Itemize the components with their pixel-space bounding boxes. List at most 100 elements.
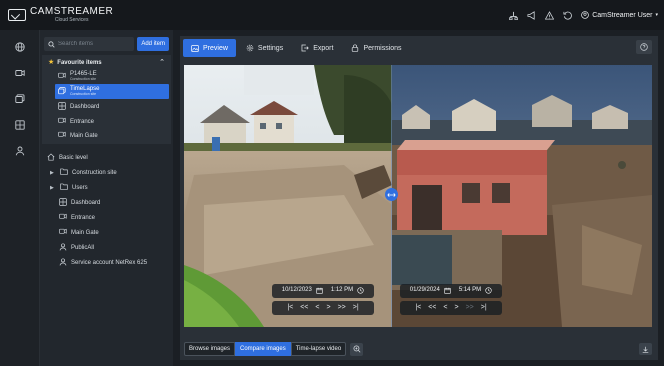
tree-folder-construction-site[interactable]: ▶ Construction site xyxy=(40,165,173,180)
camera-icon xyxy=(15,69,25,77)
chevron-up-icon[interactable]: ⌃ xyxy=(159,58,165,66)
first-image-button[interactable]: |< xyxy=(415,304,421,311)
tree-item-label: Dashboard xyxy=(71,199,101,206)
user-menu[interactable]: CamStreamer User ▾ xyxy=(581,11,658,19)
compare-slider-handle[interactable] xyxy=(385,188,398,201)
tree-folder-users[interactable]: ▶ Users xyxy=(40,180,173,195)
favourites-header[interactable]: ★ Favourite items ⌃ xyxy=(42,55,171,69)
fav-item-main-gate[interactable]: Main Gate xyxy=(42,129,171,144)
top-bar: CAMSTREAMER Cloud Services CamStreamer U… xyxy=(0,0,664,30)
tab-label: Export xyxy=(313,44,334,52)
forward-many-button[interactable]: >> xyxy=(338,304,346,311)
tab-settings[interactable]: Settings xyxy=(238,39,291,57)
dashboard-icon xyxy=(57,101,66,112)
tree-item-label: Entrance xyxy=(71,214,96,221)
rail-gallery[interactable] xyxy=(0,86,40,112)
user-icon xyxy=(58,257,67,268)
search-box xyxy=(44,37,135,51)
next-image-button[interactable]: > xyxy=(327,304,331,311)
zoom-button[interactable] xyxy=(350,342,364,356)
left-time[interactable]: 1:12 PM xyxy=(331,287,353,293)
back-many-button[interactable]: << xyxy=(428,304,436,311)
download-button[interactable] xyxy=(639,343,652,355)
previous-image-button[interactable]: < xyxy=(443,304,447,311)
right-time[interactable]: 5:14 PM xyxy=(459,287,481,293)
left-timestamp-panel: 10/12/2023 1:12 PM xyxy=(272,284,374,298)
browse-images-button[interactable]: Browse images xyxy=(184,342,236,356)
search-input[interactable] xyxy=(58,41,128,47)
add-item-button[interactable]: Add item xyxy=(137,37,169,51)
fav-item-label: Entrance xyxy=(70,118,95,125)
sidebar: Add item ★Favourite items ⌃ P1465-LECons… xyxy=(40,30,173,366)
calendar-icon[interactable] xyxy=(316,287,323,294)
zoom-in-icon xyxy=(353,345,361,353)
megaphone-icon[interactable] xyxy=(527,10,536,20)
tab-preview[interactable]: Preview xyxy=(183,39,236,57)
tab-bar: Preview Settings Export Permissions xyxy=(180,36,658,60)
arrows-horizontal-icon xyxy=(387,192,396,197)
gallery-icon xyxy=(15,94,25,103)
rail-globe[interactable] xyxy=(0,34,40,60)
time-lapse-video-button[interactable]: Time-lapse video xyxy=(290,342,347,356)
search-icon xyxy=(48,40,55,48)
image-compare-viewer[interactable]: 10/12/2023 1:12 PM |< << < > >> >| 01/29… xyxy=(184,65,652,327)
back-many-button[interactable]: << xyxy=(300,304,308,311)
fav-item-dashboard[interactable]: Dashboard xyxy=(42,99,171,114)
tree-item-label: Main Gate xyxy=(71,229,99,236)
caret-right-icon[interactable]: ▶ xyxy=(50,185,55,191)
right-date[interactable]: 01/29/2024 xyxy=(410,287,440,293)
gear-icon xyxy=(246,44,254,52)
logo[interactable]: CAMSTREAMER Cloud Services xyxy=(0,7,113,23)
first-image-button[interactable]: |< xyxy=(287,304,293,311)
next-image-button[interactable]: > xyxy=(455,304,459,311)
clock-icon[interactable] xyxy=(357,286,364,294)
left-date[interactable]: 10/12/2023 xyxy=(282,287,312,293)
fav-item-sub: Construction site xyxy=(70,92,97,97)
fav-item-timelapse[interactable]: TimeLapse Construction site xyxy=(55,84,169,99)
tree-item-entrance[interactable]: Entrance xyxy=(40,210,173,225)
globe-icon xyxy=(15,42,25,52)
image-icon xyxy=(191,44,199,52)
tree-item-dashboard[interactable]: Dashboard xyxy=(40,195,173,210)
rail-users[interactable] xyxy=(0,138,40,164)
last-image-button[interactable]: >| xyxy=(481,304,487,311)
clock-icon[interactable] xyxy=(485,286,492,294)
rail-cameras[interactable] xyxy=(0,60,40,86)
help-icon xyxy=(640,43,648,51)
fav-item-entrance[interactable]: Entrance xyxy=(42,114,171,129)
caret-right-icon[interactable]: ▶ xyxy=(50,170,55,176)
history-icon[interactable] xyxy=(563,11,573,20)
right-navigation-panel: |< << < > >> >| xyxy=(400,301,502,315)
tree-item-label: Service account NetRex 625 xyxy=(71,259,148,266)
fav-item-label: Dashboard xyxy=(70,103,100,110)
camera-icon xyxy=(58,213,67,222)
tree-item-service-account[interactable]: Service account NetRex 625 xyxy=(40,255,173,270)
tree-root-label: Basic level xyxy=(59,154,88,161)
lock-icon xyxy=(352,44,359,52)
network-icon[interactable] xyxy=(509,11,519,20)
dashboard-icon xyxy=(58,197,67,208)
calendar-icon[interactable] xyxy=(444,287,451,294)
rail-dashboard[interactable] xyxy=(0,112,40,138)
user-name: CamStreamer User xyxy=(592,11,653,19)
camera-icon xyxy=(57,117,66,126)
camera-icon xyxy=(58,228,67,237)
left-navigation-panel: |< << < > >> >| xyxy=(272,301,374,315)
previous-image-button[interactable]: < xyxy=(315,304,319,311)
compare-images-button[interactable]: Compare images xyxy=(235,342,291,356)
fav-item-p1465[interactable]: P1465-LE Construction site xyxy=(42,69,171,84)
users-icon xyxy=(15,146,25,156)
tab-permissions[interactable]: Permissions xyxy=(343,39,409,57)
alert-icon[interactable] xyxy=(544,10,555,20)
tree-item-publicall[interactable]: PublicAll xyxy=(40,240,173,255)
last-image-button[interactable]: >| xyxy=(353,304,359,311)
tab-label: Preview xyxy=(203,44,228,52)
tree-item-main-gate[interactable]: Main Gate xyxy=(40,225,173,240)
home-icon xyxy=(46,152,55,163)
camera-icon xyxy=(57,72,66,81)
tree-root-basic-level[interactable]: Basic level xyxy=(40,150,173,165)
tab-label: Settings xyxy=(257,44,284,52)
help-button[interactable] xyxy=(636,40,652,54)
tree-item-label: PublicAll xyxy=(71,244,95,251)
tab-export[interactable]: Export xyxy=(293,39,341,57)
